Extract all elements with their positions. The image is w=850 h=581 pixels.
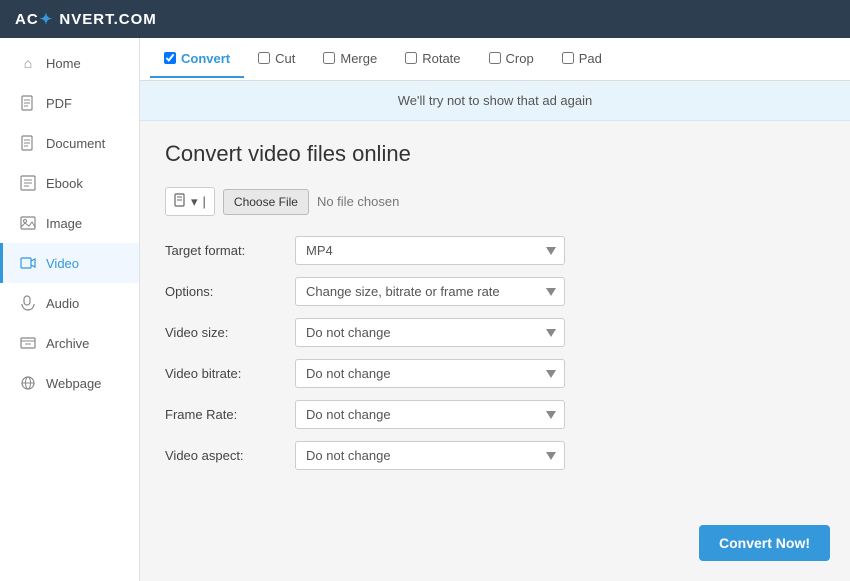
sidebar-item-webpage[interactable]: Webpage [0,363,139,403]
home-icon: ⌂ [18,53,38,73]
sidebar-label-home: Home [46,56,81,71]
sidebar-item-document[interactable]: Document [0,123,139,163]
tabs-bar: Convert Cut Merge Rotate Crop Pad [140,38,850,81]
image-icon [18,213,38,233]
tab-cut-label: Cut [275,51,295,66]
ad-banner: We'll try not to show that ad again [140,81,850,121]
sidebar-item-video[interactable]: Video [0,243,139,283]
video-icon [18,253,38,273]
form-row-video-aspect: Video aspect: Do not change 4:3 16:9 21:… [165,441,825,470]
sidebar-item-ebook[interactable]: Ebook [0,163,139,203]
sidebar-label-video: Video [46,256,79,271]
video-size-select[interactable]: Do not change 320x240 640x480 1280x720 1… [295,318,565,347]
ebook-icon [18,173,38,193]
page-title: Convert video files online [165,141,825,167]
tab-convert[interactable]: Convert [150,41,244,78]
document-icon [18,133,38,153]
archive-icon [18,333,38,353]
frame-rate-select[interactable]: Do not change 24 25 30 60 [295,400,565,429]
video-size-label: Video size: [165,325,295,340]
target-format-label: Target format: [165,243,295,258]
no-file-label: No file chosen [317,194,399,209]
tab-pad[interactable]: Pad [548,41,616,78]
choose-file-button[interactable]: Choose File [223,189,309,215]
tab-rotate-label: Rotate [422,51,460,66]
form-row-frame-rate: Frame Rate: Do not change 24 25 30 60 [165,400,825,429]
target-format-select[interactable]: MP4 AVI MOV MKV FLV WMV WEBM [295,236,565,265]
sidebar-label-image: Image [46,216,82,231]
sidebar-label-ebook: Ebook [46,176,83,191]
form-row-options: Options: Change size, bitrate or frame r… [165,277,825,306]
tab-convert-checkbox[interactable] [164,52,176,64]
sidebar-label-webpage: Webpage [46,376,101,391]
audio-icon [18,293,38,313]
frame-rate-label: Frame Rate: [165,407,295,422]
tab-cut[interactable]: Cut [244,41,309,78]
file-doc-icon [174,193,188,210]
convert-now-button[interactable]: Convert Now! [699,525,830,561]
sidebar-label-document: Document [46,136,105,151]
dropdown-arrow-icon: ▾ [191,194,198,210]
webpage-icon [18,373,38,393]
video-bitrate-label: Video bitrate: [165,366,295,381]
sidebar-item-pdf[interactable]: PDF [0,83,139,123]
file-icon-button[interactable]: ▾ | [165,187,215,216]
pdf-icon [18,93,38,113]
ad-banner-text: We'll try not to show that ad again [398,93,592,108]
main-layout: ⌂ Home PDF Document Ebook Image [0,38,850,581]
tab-rotate-checkbox[interactable] [405,52,417,64]
tab-pad-label: Pad [579,51,602,66]
tab-crop[interactable]: Crop [475,41,548,78]
sidebar-item-audio[interactable]: Audio [0,283,139,323]
site-logo[interactable]: AC✦ NVERT.COM [15,10,157,28]
tab-crop-checkbox[interactable] [489,52,501,64]
logo-nvert: NVERT.COM [54,11,157,28]
video-bitrate-select[interactable]: Do not change 500k 1000k 2000k 4000k [295,359,565,388]
sidebar-label-archive: Archive [46,336,89,351]
main-content: Convert Cut Merge Rotate Crop Pad [140,38,850,581]
options-label: Options: [165,284,295,299]
logo-ac: AC [15,11,39,28]
sidebar-item-home[interactable]: ⌂ Home [0,43,139,83]
tab-merge-checkbox[interactable] [323,52,335,64]
video-aspect-label: Video aspect: [165,448,295,463]
tab-merge-label: Merge [340,51,377,66]
tab-pad-checkbox[interactable] [562,52,574,64]
tab-convert-label: Convert [181,51,230,66]
sidebar-item-archive[interactable]: Archive [0,323,139,363]
sidebar-label-audio: Audio [46,296,79,311]
tab-rotate[interactable]: Rotate [391,41,474,78]
form-row-target-format: Target format: MP4 AVI MOV MKV FLV WMV W… [165,236,825,265]
file-btn-separator: | [203,194,206,209]
tab-merge[interactable]: Merge [309,41,391,78]
video-aspect-select[interactable]: Do not change 4:3 16:9 21:9 [295,441,565,470]
header: AC✦ NVERT.COM [0,0,850,38]
form-row-video-bitrate: Video bitrate: Do not change 500k 1000k … [165,359,825,388]
sidebar-label-pdf: PDF [46,96,72,111]
sidebar-item-image[interactable]: Image [0,203,139,243]
options-select[interactable]: Change size, bitrate or frame rate Defau… [295,277,565,306]
tab-crop-label: Crop [506,51,534,66]
file-upload-row: ▾ | Choose File No file chosen [165,187,825,216]
form-row-video-size: Video size: Do not change 320x240 640x48… [165,318,825,347]
content-area: Convert video files online ▾ | Choose Fi… [140,121,850,502]
sidebar: ⌂ Home PDF Document Ebook Image [0,38,140,581]
logo-gear: ✦ [40,11,54,28]
tab-cut-checkbox[interactable] [258,52,270,64]
